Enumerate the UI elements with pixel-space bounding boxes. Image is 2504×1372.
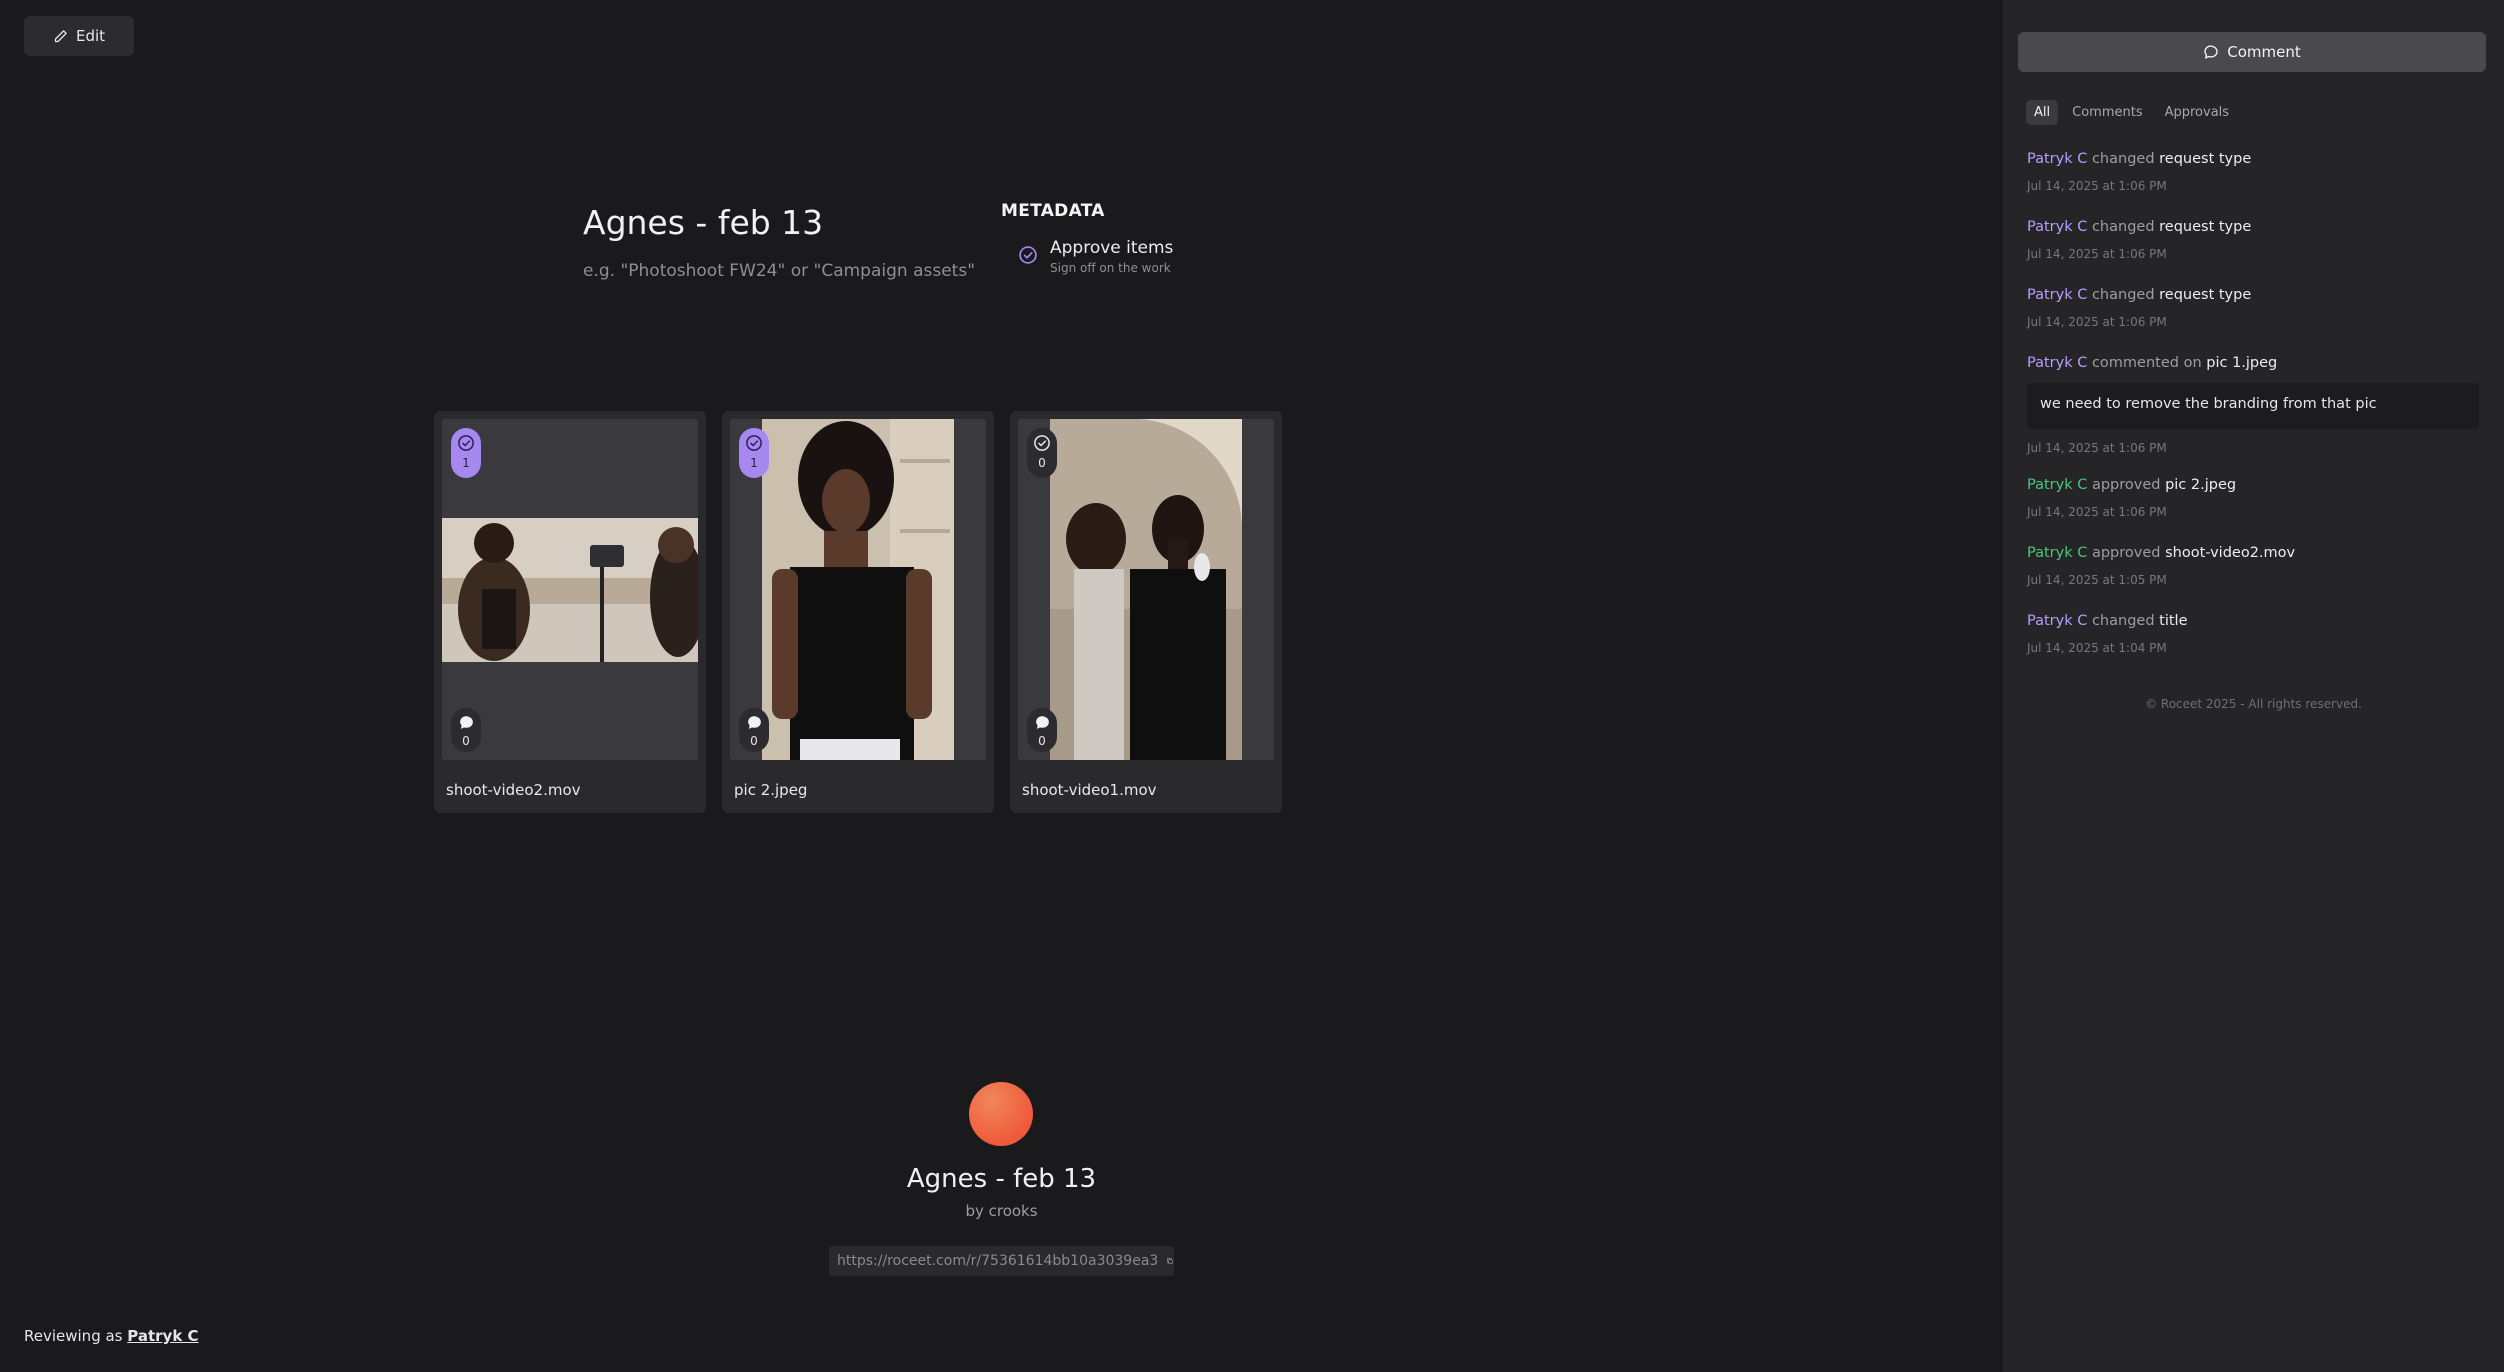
activity-user[interactable]: Patryk C bbox=[2027, 477, 2087, 493]
check-circle-icon bbox=[746, 435, 762, 451]
activity-sidebar: Comment All Comments Approvals Patryk C … bbox=[2003, 0, 2504, 1372]
asset-thumbnail[interactable]: 1 0 bbox=[442, 419, 698, 760]
activity-object: shoot-video2.mov bbox=[2165, 545, 2296, 561]
tab-all[interactable]: All bbox=[2026, 100, 2059, 125]
photo-image bbox=[762, 419, 954, 760]
approval-count: 0 bbox=[1038, 456, 1046, 470]
metadata-heading: METADATA bbox=[1001, 201, 1105, 221]
activity-user[interactable]: Patryk C bbox=[2027, 545, 2087, 561]
speech-bubble-icon bbox=[747, 716, 761, 729]
comment-quote: we need to remove the branding from that… bbox=[2027, 383, 2479, 429]
activity-user[interactable]: Patryk C bbox=[2027, 613, 2087, 629]
video-frame-image bbox=[1050, 419, 1243, 760]
comment-count: 0 bbox=[750, 734, 758, 748]
activity-item: Patryk C approved pic 2.jpeg Jul 14, 202… bbox=[2027, 477, 2236, 519]
activity-date: Jul 14, 2025 at 1:04 PM bbox=[2027, 641, 2167, 655]
comment-counter[interactable]: 0 bbox=[739, 708, 769, 752]
activity-action: changed bbox=[2091, 219, 2155, 235]
activity-date: Jul 14, 2025 at 1:06 PM bbox=[2027, 179, 2167, 193]
project-title[interactable]: Agnes - feb 13 bbox=[583, 203, 823, 242]
activity-date: Jul 14, 2025 at 1:06 PM bbox=[2027, 315, 2167, 329]
approval-counter[interactable]: 1 bbox=[739, 428, 769, 478]
approve-items-subtitle: Sign off on the work bbox=[1050, 261, 1171, 275]
avatar bbox=[969, 1082, 1033, 1146]
approval-count: 1 bbox=[462, 456, 470, 470]
activity-item: Patryk C approved shoot-video2.mov Jul 1… bbox=[2027, 545, 2295, 587]
activity-item: Patryk C changed request type Jul 14, 20… bbox=[2027, 219, 2251, 261]
check-circle-icon bbox=[1034, 435, 1050, 451]
speech-bubble-icon bbox=[459, 716, 473, 729]
pencil-icon bbox=[54, 29, 67, 42]
activity-object: request type bbox=[2159, 151, 2252, 167]
reviewing-prefix: Reviewing as bbox=[24, 1327, 123, 1345]
activity-object[interactable]: pic 1.jpeg bbox=[2206, 355, 2277, 371]
asset-filename: shoot-video1.mov bbox=[1022, 781, 1157, 799]
tab-approvals[interactable]: Approvals bbox=[2157, 100, 2237, 125]
activity-action: changed bbox=[2091, 287, 2155, 303]
share-link-field[interactable]: https://roceet.com/r/75361614bb10a3039ea… bbox=[829, 1246, 1174, 1276]
activity-item: Patryk C changed request type Jul 14, 20… bbox=[2027, 151, 2251, 193]
activity-action: changed bbox=[2091, 151, 2155, 167]
asset-card[interactable]: 1 0 pic 2.jpeg bbox=[722, 411, 994, 813]
check-circle-icon bbox=[458, 435, 474, 451]
video-frame-image bbox=[442, 518, 698, 662]
activity-object: request type bbox=[2159, 287, 2252, 303]
share-link-text: https://roceet.com/r/75361614bb10a3039ea… bbox=[837, 1253, 1159, 1269]
activity-user[interactable]: Patryk C bbox=[2027, 219, 2087, 235]
activity-date: Jul 14, 2025 at 1:06 PM bbox=[2027, 441, 2167, 455]
asset-card[interactable]: 1 0 shoot-video2.mov bbox=[434, 411, 706, 813]
comment-counter[interactable]: 0 bbox=[1027, 708, 1057, 752]
comment-button[interactable]: Comment bbox=[2018, 32, 2486, 72]
activity-item: Patryk C commented on pic 1.jpeg we need… bbox=[2027, 355, 2479, 455]
activity-user[interactable]: Patryk C bbox=[2027, 151, 2087, 167]
check-circle-icon bbox=[1019, 246, 1037, 264]
activity-item: Patryk C changed request type Jul 14, 20… bbox=[2027, 287, 2251, 329]
asset-filename: shoot-video2.mov bbox=[446, 781, 581, 799]
activity-user[interactable]: Patryk C bbox=[2027, 287, 2087, 303]
approval-counter[interactable]: 0 bbox=[1027, 428, 1057, 478]
reviewing-as: Reviewing as Patryk C bbox=[24, 1327, 199, 1345]
main-area: Edit Agnes - feb 13 e.g. "Photoshoot FW2… bbox=[0, 0, 2003, 1372]
approval-counter[interactable]: 1 bbox=[451, 428, 481, 478]
share-title: Agnes - feb 13 bbox=[906, 1164, 1097, 1194]
asset-thumbnail[interactable]: 1 0 bbox=[730, 419, 986, 760]
activity-tabs: All Comments Approvals bbox=[2026, 100, 2237, 125]
speech-bubble-icon bbox=[1035, 716, 1049, 729]
reviewer-name-link[interactable]: Patryk C bbox=[127, 1327, 198, 1345]
approve-items-option[interactable]: Approve items Sign off on the work bbox=[1018, 238, 1173, 275]
comment-count: 0 bbox=[462, 734, 470, 748]
copyright-footer: © Roceet 2025 - All rights reserved. bbox=[2145, 697, 2362, 711]
activity-date: Jul 14, 2025 at 1:05 PM bbox=[2027, 573, 2167, 587]
share-author: by crooks bbox=[965, 1202, 1038, 1220]
comment-button-label: Comment bbox=[2227, 43, 2301, 61]
activity-action: changed bbox=[2091, 613, 2155, 629]
copy-icon[interactable] bbox=[1166, 1253, 1174, 1269]
activity-object: request type bbox=[2159, 219, 2252, 235]
edit-button-label: Edit bbox=[75, 27, 106, 45]
edit-button[interactable]: Edit bbox=[24, 16, 134, 56]
activity-date: Jul 14, 2025 at 1:06 PM bbox=[2027, 505, 2167, 519]
asset-filename: pic 2.jpeg bbox=[734, 781, 808, 799]
activity-date: Jul 14, 2025 at 1:06 PM bbox=[2027, 247, 2167, 261]
asset-thumbnail[interactable]: 0 0 bbox=[1018, 419, 1274, 760]
activity-user[interactable]: Patryk C bbox=[2027, 355, 2087, 371]
activity-action: commented on bbox=[2091, 355, 2202, 371]
asset-card[interactable]: 0 0 shoot-video1.mov bbox=[1010, 411, 1282, 813]
approval-count: 1 bbox=[750, 456, 758, 470]
activity-action: approved bbox=[2091, 545, 2161, 561]
project-description-input[interactable]: e.g. "Photoshoot FW24" or "Campaign asse… bbox=[583, 261, 975, 281]
comment-count: 0 bbox=[1038, 734, 1046, 748]
activity-action: approved bbox=[2091, 477, 2161, 493]
activity-object: title bbox=[2159, 613, 2188, 629]
tab-comments[interactable]: Comments bbox=[2064, 100, 2150, 125]
speech-bubble-icon bbox=[2204, 45, 2218, 59]
activity-item: Patryk C changed title Jul 14, 2025 at 1… bbox=[2027, 613, 2188, 655]
approve-items-title: Approve items bbox=[1050, 238, 1174, 258]
activity-object: pic 2.jpeg bbox=[2165, 477, 2237, 493]
comment-counter[interactable]: 0 bbox=[451, 708, 481, 752]
